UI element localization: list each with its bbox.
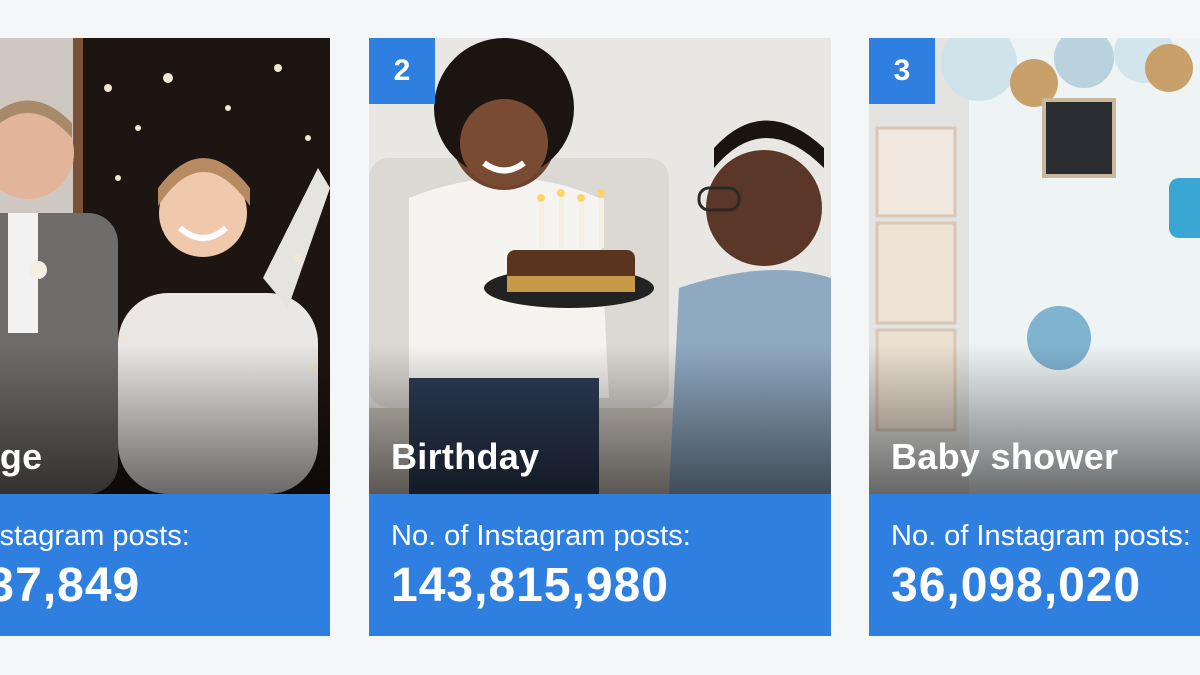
baby-shower-photo: 3 Baby shower	[869, 38, 1200, 494]
event-title: Marriage	[0, 436, 43, 477]
stat-value: 36,098,020	[891, 559, 1142, 612]
stat-label: No. of Instagram posts:	[0, 520, 190, 552]
event-card-baby-shower[interactable]: 3 Baby shower No. of Instagram posts: 36…	[869, 38, 1200, 636]
stats-panel: No. of Instagram posts: 143,815,980	[369, 494, 831, 636]
birthday-photo: 2 Birthday	[369, 38, 831, 494]
event-card-marriage[interactable]: Marriage No. of Instagram posts: 67,937,…	[0, 38, 330, 636]
stats-panel: No. of Instagram posts: 36,098,020	[869, 494, 1200, 636]
stat-value: 143,815,980	[391, 559, 669, 612]
event-title: Baby shower	[891, 436, 1119, 477]
rank-badge: 2	[369, 38, 435, 104]
event-card-birthday[interactable]: 2 Birthday No. of Instagram posts: 143,8…	[369, 38, 831, 636]
event-title: Birthday	[391, 436, 540, 477]
cards-strip: Marriage No. of Instagram posts: 67,937,…	[0, 0, 1200, 675]
stat-label: No. of Instagram posts:	[391, 520, 691, 552]
stat-label: No. of Instagram posts:	[891, 520, 1191, 552]
stat-value: 67,937,849	[0, 559, 141, 612]
photo-shade	[0, 344, 330, 494]
wedding-photo: Marriage	[0, 38, 330, 494]
rank-badge: 3	[869, 38, 935, 104]
stats-panel: No. of Instagram posts: 67,937,849	[0, 494, 330, 636]
